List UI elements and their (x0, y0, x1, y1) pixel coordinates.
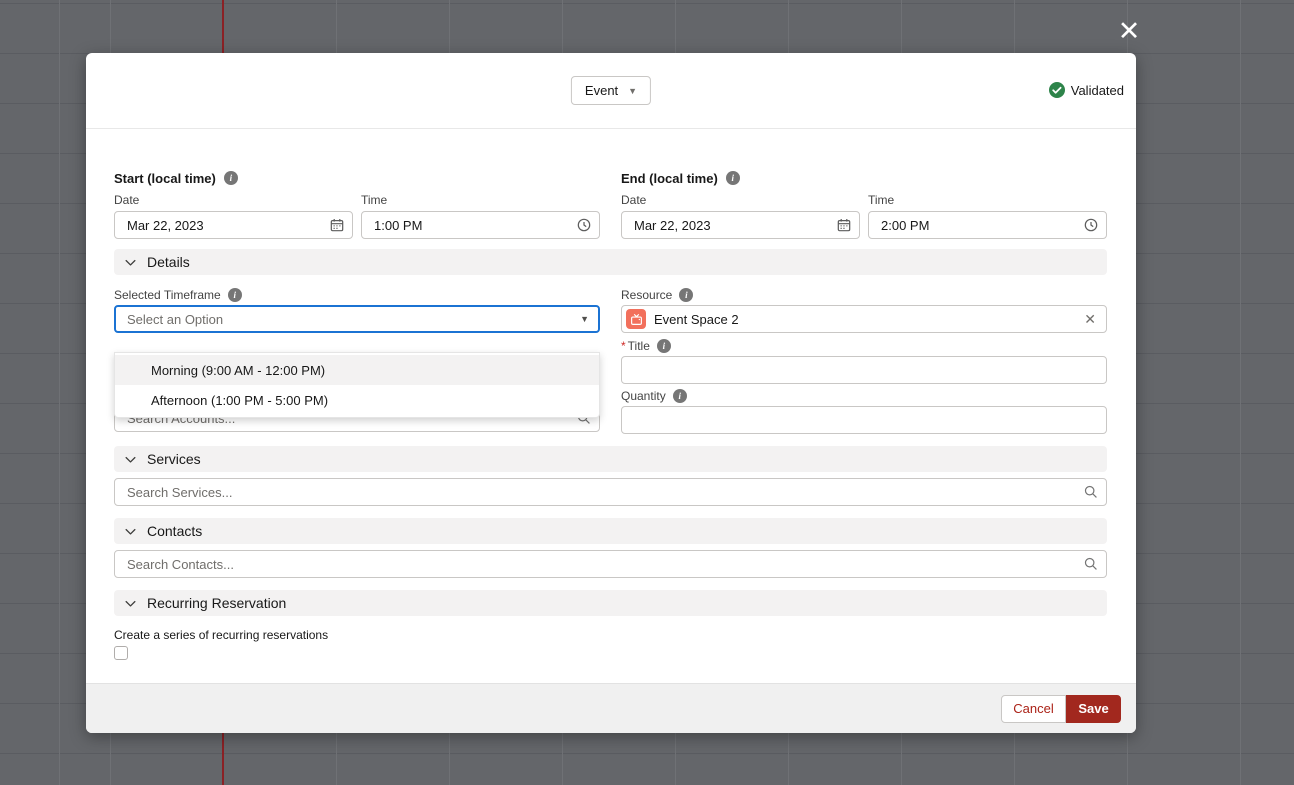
info-icon[interactable]: i (673, 389, 687, 403)
event-type-label: Event (585, 83, 618, 98)
info-icon[interactable]: i (224, 171, 238, 185)
section-contacts-label: Contacts (147, 523, 202, 539)
timeframe-dropdown-panel: Morning (9:00 AM - 12:00 PM) Afternoon (… (114, 352, 600, 418)
section-details[interactable]: Details (114, 249, 1107, 275)
event-type-dropdown[interactable]: Event ▼ (571, 76, 651, 105)
quantity-input[interactable] (621, 406, 1107, 434)
recurring-checkbox-label: Create a series of recurring reservation… (114, 628, 1107, 642)
recurring-checkbox[interactable] (114, 646, 128, 660)
start-label-text: Start (local time) (114, 171, 216, 186)
services-search-input[interactable] (114, 478, 1107, 506)
clock-icon[interactable] (577, 218, 591, 232)
end-time-input[interactable] (868, 211, 1107, 239)
remove-resource-icon[interactable]: ✕ (1084, 312, 1096, 326)
title-label-text: *Title (621, 339, 650, 353)
end-label-text: End (local time) (621, 171, 718, 186)
start-date-label: Date (114, 192, 353, 207)
required-asterisk: * (621, 339, 626, 353)
contacts-search-input[interactable] (114, 550, 1107, 578)
start-time-label: Time (361, 192, 600, 207)
start-time-input[interactable] (361, 211, 600, 239)
chevron-down-icon: ▼ (580, 314, 589, 324)
chevron-down-icon (124, 597, 137, 610)
reservation-modal: Event ▼ Validated Start (local time) i D… (86, 53, 1136, 733)
details-right-column: Resource i Event Space 2 ✕ *Title i Quan… (621, 287, 1107, 434)
clock-icon[interactable] (1084, 218, 1098, 232)
validated-label: Validated (1071, 83, 1124, 98)
timeframe-option-afternoon[interactable]: Afternoon (1:00 PM - 5:00 PM) (115, 385, 599, 415)
calendar-icon[interactable] (837, 218, 851, 232)
chevron-down-icon: ▼ (628, 86, 637, 96)
start-group: Start (local time) i Date T (114, 170, 600, 239)
end-date-input[interactable] (621, 211, 860, 239)
section-contacts[interactable]: Contacts (114, 518, 1107, 544)
timeframe-label-text: Selected Timeframe (114, 288, 221, 302)
resource-value: Event Space 2 (654, 312, 1076, 327)
info-icon[interactable]: i (679, 288, 693, 302)
quantity-label: Quantity i (621, 388, 1107, 404)
resource-label: Resource i (621, 287, 1107, 303)
section-recurring-label: Recurring Reservation (147, 595, 286, 611)
info-icon[interactable]: i (657, 339, 671, 353)
chevron-down-icon (124, 525, 137, 538)
modal-footer: Cancel Save (86, 683, 1136, 733)
cancel-button[interactable]: Cancel (1001, 695, 1066, 723)
end-group: End (local time) i Date Tim (621, 170, 1107, 239)
end-date-label: Date (621, 192, 860, 207)
timeframe-option-morning[interactable]: Morning (9:00 AM - 12:00 PM) (115, 355, 599, 385)
section-services-label: Services (147, 451, 201, 467)
timeframe-label: Selected Timeframe i (114, 287, 600, 303)
validated-badge: Validated (1049, 82, 1124, 98)
details-left-column: Selected Timeframe i ▼ Morning (9:00 AM … (114, 287, 600, 434)
search-icon (1084, 557, 1098, 571)
calendar-icon[interactable] (330, 218, 344, 232)
resource-pill[interactable]: Event Space 2 ✕ (621, 305, 1107, 333)
section-details-label: Details (147, 254, 190, 270)
info-icon[interactable]: i (726, 171, 740, 185)
info-icon[interactable]: i (228, 288, 242, 302)
modal-body: Start (local time) i Date T (86, 170, 1136, 660)
modal-header: Event ▼ Validated (86, 53, 1136, 129)
end-time-label: Time (868, 192, 1107, 207)
quantity-label-text: Quantity (621, 389, 666, 403)
section-services[interactable]: Services (114, 446, 1107, 472)
search-icon (1084, 485, 1098, 499)
start-date-input[interactable] (114, 211, 353, 239)
chevron-down-icon (124, 453, 137, 466)
chevron-down-icon (124, 256, 137, 269)
close-icon[interactable]: ✕ (1115, 17, 1143, 45)
title-label: *Title i (621, 338, 1107, 354)
end-group-label: End (local time) i (621, 170, 1107, 186)
save-button[interactable]: Save (1066, 695, 1121, 723)
resource-label-text: Resource (621, 288, 672, 302)
resource-entity-icon (626, 309, 646, 329)
start-group-label: Start (local time) i (114, 170, 600, 186)
section-recurring-reservation[interactable]: Recurring Reservation (114, 590, 1107, 616)
validated-check-icon (1049, 82, 1065, 98)
timeframe-combobox[interactable] (114, 305, 600, 333)
title-input[interactable] (621, 356, 1107, 384)
